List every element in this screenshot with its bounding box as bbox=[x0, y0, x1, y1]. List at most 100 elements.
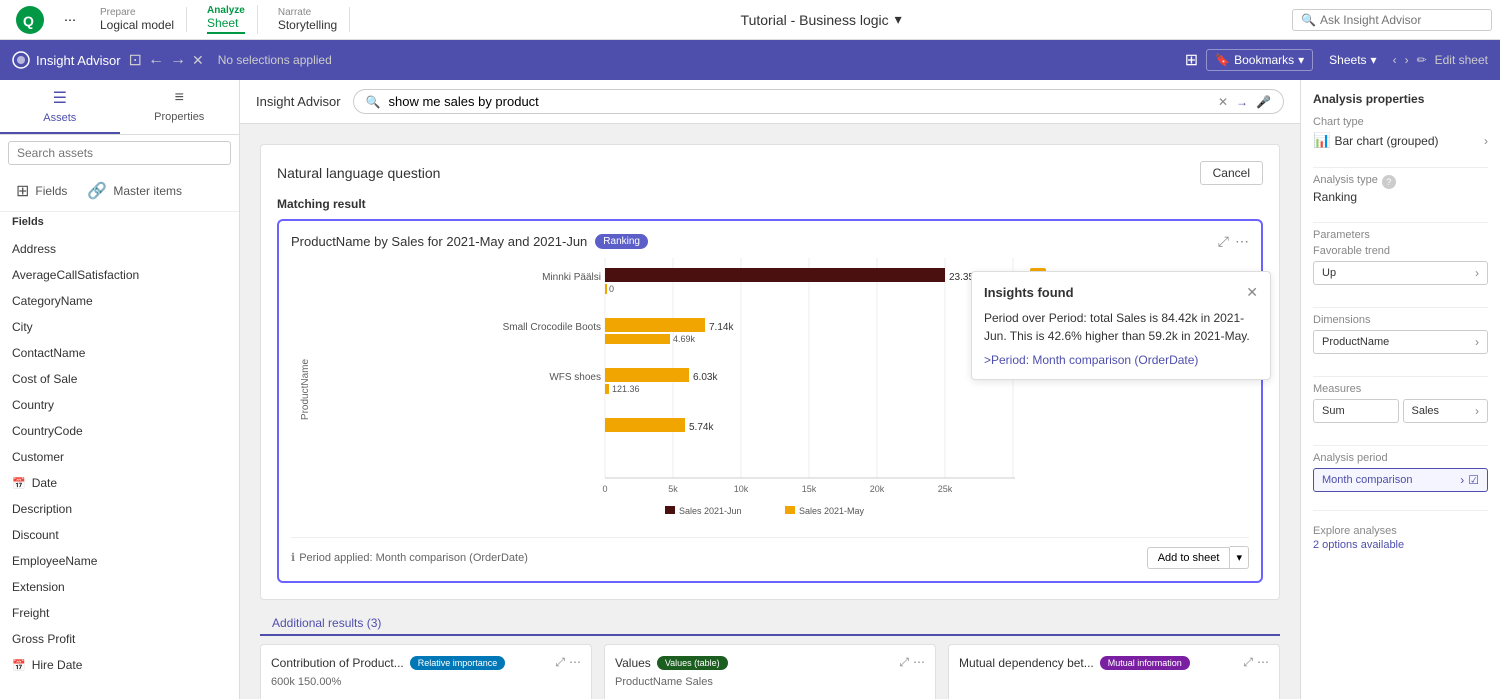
values-badge: Values (table) bbox=[657, 656, 728, 670]
more-icon[interactable]: ⋯ bbox=[913, 655, 925, 670]
prepare-section[interactable]: Prepare Logical model bbox=[88, 7, 187, 32]
dots-menu[interactable]: ⋯ bbox=[60, 13, 80, 27]
analysis-type-header: Analysis type ? bbox=[1313, 174, 1488, 190]
field-item-date[interactable]: 📅 Date bbox=[0, 470, 239, 496]
field-item-countrycode[interactable]: CountryCode bbox=[0, 418, 239, 444]
measure-sum-row[interactable]: Sum bbox=[1313, 399, 1399, 423]
top-bar-right: 🔍 bbox=[1292, 9, 1492, 31]
field-item-hiredate[interactable]: 📅 Hire Date bbox=[0, 652, 239, 678]
narrate-section[interactable]: Narrate Storytelling bbox=[266, 7, 350, 32]
chart-header: ProductName by Sales for 2021-May and 20… bbox=[291, 233, 1249, 250]
search-assets-input[interactable] bbox=[8, 141, 231, 165]
result-card-title: Contribution of Product... Relative impo… bbox=[271, 656, 505, 670]
query-input[interactable] bbox=[389, 94, 1210, 109]
search-query-bar[interactable]: 🔍 ✕ → 🎤 bbox=[353, 89, 1284, 114]
cancel-button[interactable]: Cancel bbox=[1200, 161, 1263, 185]
prepare-sub: Logical model bbox=[100, 18, 174, 32]
field-label: Discount bbox=[12, 528, 59, 542]
result-card-header: Mutual dependency bet... Mutual informat… bbox=[959, 655, 1269, 670]
field-label: Extension bbox=[12, 580, 65, 594]
help-icon[interactable]: ? bbox=[1382, 175, 1396, 189]
field-label: EmployeeName bbox=[12, 554, 97, 568]
field-label: Date bbox=[32, 476, 57, 490]
chevron-right-icon: › bbox=[1475, 266, 1479, 280]
more-icon[interactable]: ⋯ bbox=[569, 655, 581, 670]
edit-sheet-btn[interactable]: Edit sheet bbox=[1435, 53, 1488, 67]
additional-results-tab[interactable]: Additional results (3) bbox=[260, 612, 393, 636]
field-label: AverageCallSatisfaction bbox=[12, 268, 139, 282]
add-to-sheet-button[interactable]: Add to sheet bbox=[1147, 547, 1231, 569]
field-item-customer[interactable]: Customer bbox=[0, 444, 239, 470]
sheets-btn[interactable]: Sheets ▾ bbox=[1321, 50, 1384, 70]
result-card-mutual: Mutual dependency bet... Mutual informat… bbox=[948, 644, 1280, 699]
field-item-city[interactable]: City bbox=[0, 314, 239, 340]
insight-header: Insight Advisor 🔍 ✕ → 🎤 bbox=[240, 80, 1300, 124]
analyze-section[interactable]: Analyze Sheet bbox=[195, 5, 258, 34]
favorable-trend-row[interactable]: Up › bbox=[1313, 261, 1488, 285]
bookmarks-btn[interactable]: 🔖 Bookmarks ▾ bbox=[1206, 49, 1313, 71]
add-to-sheet-dropdown[interactable]: ▾ bbox=[1230, 546, 1249, 569]
nav-right-icon[interactable]: › bbox=[1405, 53, 1409, 67]
chart-type-value: 📊 Bar chart (grouped) › bbox=[1313, 132, 1488, 149]
measure-sales-row[interactable]: Sales › bbox=[1403, 399, 1489, 423]
app-title[interactable]: Tutorial - Business logic ▾ bbox=[741, 11, 902, 28]
nav-left-icon[interactable]: ‹ bbox=[1393, 53, 1397, 67]
chart-card: ProductName by Sales for 2021-May and 20… bbox=[277, 219, 1263, 583]
analysis-period-row[interactable]: Month comparison › ☑ bbox=[1313, 468, 1488, 492]
expand-chart-icon[interactable]: ⤢ bbox=[1218, 233, 1229, 250]
submit-query-icon[interactable]: → bbox=[1236, 95, 1248, 109]
dimension-row[interactable]: ProductName › bbox=[1313, 330, 1488, 354]
field-label: ContactName bbox=[12, 346, 85, 360]
back-icon[interactable]: ← bbox=[148, 51, 164, 69]
expand-icon[interactable]: ⤢ bbox=[899, 655, 909, 670]
field-item-costofsale[interactable]: Cost of Sale bbox=[0, 366, 239, 392]
field-item-description[interactable]: Description bbox=[0, 496, 239, 522]
chart-actions: ⤢ ⋯ bbox=[1218, 233, 1249, 250]
ask-insight-search[interactable]: 🔍 bbox=[1292, 9, 1492, 31]
expand-icon[interactable]: ⤢ bbox=[1243, 655, 1253, 670]
analysis-period-label: Analysis period bbox=[1313, 452, 1488, 464]
svg-text:WFS shoes: WFS shoes bbox=[549, 372, 601, 383]
divider bbox=[1313, 167, 1488, 168]
result-card-contribution: Contribution of Product... Relative impo… bbox=[260, 644, 592, 699]
tab-properties[interactable]: ≡ Properties bbox=[120, 80, 240, 134]
explore-analyses-label: Explore analyses bbox=[1313, 525, 1488, 537]
field-item-address[interactable]: Address bbox=[0, 236, 239, 262]
field-item-contactname[interactable]: ContactName bbox=[0, 340, 239, 366]
field-item-freight[interactable]: Freight bbox=[0, 600, 239, 626]
more-chart-icon[interactable]: ⋯ bbox=[1235, 233, 1249, 250]
insight-advisor-btn[interactable]: Insight Advisor bbox=[12, 51, 121, 69]
field-label: Description bbox=[12, 502, 72, 516]
svg-text:Sales 2021-May: Sales 2021-May bbox=[799, 506, 865, 516]
y-axis-area: ProductName bbox=[291, 258, 321, 521]
nav-master-items[interactable]: 🔗 Master items bbox=[79, 175, 190, 207]
assets-icon: ☰ bbox=[53, 88, 67, 108]
mic-icon[interactable]: 🎤 bbox=[1256, 95, 1271, 109]
explore-link[interactable]: 2 options available bbox=[1313, 539, 1404, 551]
field-item-discount[interactable]: Discount bbox=[0, 522, 239, 548]
close-insights-button[interactable]: ✕ bbox=[1246, 284, 1258, 301]
svg-text:Sales 2021-Jun: Sales 2021-Jun bbox=[679, 506, 742, 516]
expand-icon[interactable]: ⤢ bbox=[555, 655, 565, 670]
svg-text:Minnki Päälsi: Minnki Päälsi bbox=[542, 272, 601, 283]
field-item-categoryname[interactable]: CategoryName bbox=[0, 288, 239, 314]
bar-chart-icon: 📊 bbox=[1313, 132, 1330, 149]
selection-icon: ⊡ bbox=[129, 50, 142, 70]
grid-icon[interactable]: ⊞ bbox=[1185, 50, 1198, 70]
insights-period-link[interactable]: >Period: Month comparison (OrderDate) bbox=[984, 353, 1258, 367]
field-item-employeename[interactable]: EmployeeName bbox=[0, 548, 239, 574]
measure-sales: Sales bbox=[1412, 405, 1440, 417]
field-item-avgcallsat[interactable]: AverageCallSatisfaction bbox=[0, 262, 239, 288]
field-item-country[interactable]: Country bbox=[0, 392, 239, 418]
field-item-extension[interactable]: Extension bbox=[0, 574, 239, 600]
clear-query-icon[interactable]: ✕ bbox=[1218, 95, 1228, 109]
more-icon[interactable]: ⋯ bbox=[1257, 655, 1269, 670]
svg-text:15k: 15k bbox=[802, 484, 817, 494]
forward-icon[interactable]: → bbox=[170, 51, 186, 69]
ask-insight-input[interactable] bbox=[1320, 13, 1483, 27]
field-item-grossprofit[interactable]: Gross Profit bbox=[0, 626, 239, 652]
narrate-label: Narrate bbox=[278, 7, 337, 18]
svg-text:25k: 25k bbox=[938, 484, 953, 494]
tab-assets[interactable]: ☰ Assets bbox=[0, 80, 120, 134]
nav-fields[interactable]: ⊞ Fields bbox=[8, 175, 75, 207]
